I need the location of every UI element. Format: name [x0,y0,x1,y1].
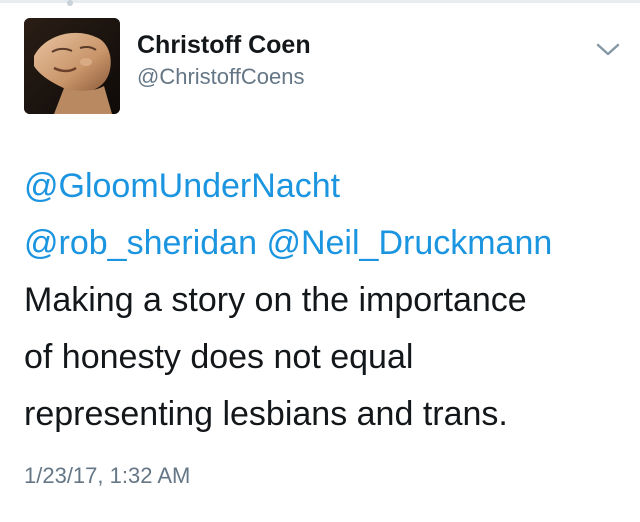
author-display-name[interactable]: Christoff Coen [137,30,311,60]
tweet-card: Christoff Coen @ChristoffCoens @GloomUnd… [0,0,640,522]
tweet-timestamp[interactable]: 1/23/17, 1:32 AM [24,462,190,490]
author-names[interactable]: Christoff Coen @ChristoffCoens [137,30,311,92]
tweet-header: Christoff Coen @ChristoffCoens [24,18,624,114]
avatar-image [24,18,120,114]
mention-line-2: @rob_sheridan @Neil_Druckmann [24,215,624,272]
mention-link-neil-druckmann[interactable]: @Neil_Druckmann [266,224,552,262]
tweet-text-line-2: of honesty does not equal [24,338,414,376]
avatar[interactable] [24,18,120,114]
tweet-text-line-3: representing lesbians and trans. [24,395,508,433]
mention-link-gloomundernacht[interactable]: @GloomUnderNacht [24,167,340,205]
mention-line-1: @GloomUnderNacht [24,158,624,215]
chevron-down-icon[interactable] [594,40,622,60]
mention-link-rob-sheridan[interactable]: @rob_sheridan [24,224,257,262]
tweet-text-line-1: Making a story on the importance [24,281,527,319]
tweet-text: @GloomUnderNacht @rob_sheridan @Neil_Dru… [24,158,624,443]
author-handle[interactable]: @ChristoffCoens [137,62,311,92]
